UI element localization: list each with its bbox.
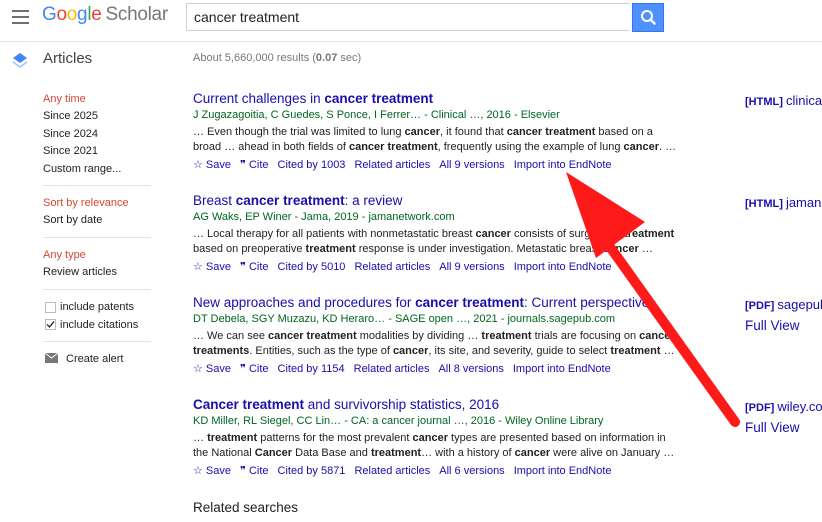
- include-patents-checkbox[interactable]: [45, 302, 56, 313]
- star-icon: ☆: [193, 159, 206, 171]
- result-actions: ☆ Save ❞ Cite Cited by 1154 Related article…: [193, 362, 620, 375]
- result-snippet: … treatment patterns for the most preval…: [193, 432, 666, 444]
- quote-icon: ❞: [240, 261, 249, 273]
- result-title-link[interactable]: Current challenges in cancer treatment: [193, 91, 433, 106]
- quote-icon: ❞: [240, 363, 249, 375]
- import-endnote-link[interactable]: Import into EndNote: [513, 363, 611, 375]
- result-fulltext-link[interactable]: [HTML] clinica: [745, 93, 822, 108]
- star-icon: ☆: [193, 363, 206, 375]
- quote-icon: ❞: [240, 465, 249, 477]
- all-versions-link[interactable]: All 9 versions: [439, 159, 504, 171]
- save-button[interactable]: ☆ Save: [193, 261, 231, 273]
- filter-any-time[interactable]: Any time: [43, 93, 86, 105]
- result-actions: ☆ Save ❞ Cite Cited by 1003 Related article…: [193, 158, 621, 171]
- filter-custom-range[interactable]: Custom range...: [43, 163, 121, 175]
- full-view-link[interactable]: Full View: [745, 318, 800, 333]
- fulltext-source: wiley.co: [777, 399, 822, 414]
- fulltext-type: [PDF]: [745, 300, 778, 312]
- result-actions: ☆ Save ❞ Cite Cited by 5871 Related article…: [193, 464, 621, 477]
- divider: [43, 185, 151, 186]
- import-endnote-link[interactable]: Import into EndNote: [514, 261, 612, 273]
- star-icon: ☆: [193, 261, 206, 273]
- related-articles-link[interactable]: Related articles: [354, 159, 430, 171]
- related-articles-link[interactable]: Related articles: [354, 261, 430, 273]
- filter-since-2024[interactable]: Since 2024: [43, 128, 98, 140]
- sort-by-relevance[interactable]: Sort by relevance: [43, 197, 129, 209]
- result-snippet: treatments. Entities, such as the type o…: [193, 345, 675, 357]
- articles-label[interactable]: Articles: [43, 50, 92, 67]
- related-searches-heading: Related searches: [193, 500, 299, 515]
- save-button[interactable]: ☆ Save: [193, 465, 231, 477]
- cited-by-link[interactable]: Cited by 1154: [278, 363, 345, 375]
- result-actions: ☆ Save ❞ Cite Cited by 5010 Related article…: [193, 260, 621, 273]
- divider: [43, 289, 151, 290]
- create-alert[interactable]: Create alert: [66, 353, 123, 365]
- fulltext-source: jamane: [785, 195, 822, 210]
- include-patents-label[interactable]: include patents: [60, 301, 134, 313]
- result-snippet: … Local therapy for all patients with no…: [193, 228, 675, 240]
- logo-scholar-text: Scholar: [105, 4, 169, 25]
- articles-icon: [13, 53, 27, 68]
- result-title-link[interactable]: Cancer treatment and survivorship statis…: [193, 397, 499, 412]
- google-scholar-logo[interactable]: Google Scholar: [42, 4, 168, 26]
- include-citations-checkbox[interactable]: [45, 319, 56, 330]
- result-fulltext-link[interactable]: [PDF] sagepub: [745, 297, 822, 312]
- cite-button[interactable]: ❞ Cite: [240, 363, 269, 375]
- related-articles-link[interactable]: Related articles: [354, 465, 430, 477]
- menu-icon[interactable]: [12, 10, 29, 24]
- import-endnote-link[interactable]: Import into EndNote: [514, 465, 612, 477]
- mail-icon: [45, 353, 58, 363]
- fulltext-type: [HTML]: [745, 96, 786, 108]
- sort-by-date[interactable]: Sort by date: [43, 214, 102, 226]
- search-input[interactable]: [186, 3, 630, 31]
- import-endnote-link[interactable]: Import into EndNote: [514, 159, 612, 171]
- logo-google-text: Google: [42, 4, 102, 25]
- divider: [43, 237, 151, 238]
- result-title-link[interactable]: New approaches and procedures for cancer…: [193, 295, 649, 310]
- search-button[interactable]: [632, 3, 664, 32]
- result-authors: DT Debela, SGY Muzazu, KD Heraro… - SAGE…: [193, 313, 616, 325]
- cited-by-link[interactable]: Cited by 1003: [278, 159, 346, 171]
- cite-button[interactable]: ❞ Cite: [240, 159, 269, 171]
- all-versions-link[interactable]: All 9 versions: [439, 261, 504, 273]
- related-articles-link[interactable]: Related articles: [354, 363, 430, 375]
- result-snippet: broad … ahead in both fields of cancer t…: [193, 141, 677, 153]
- result-authors: AG Waks, EP Winer - Jama, 2019 - jamanet…: [193, 211, 455, 223]
- full-view-link[interactable]: Full View: [745, 420, 800, 435]
- filter-any-type[interactable]: Any type: [43, 249, 86, 261]
- save-button[interactable]: ☆ Save: [193, 159, 231, 171]
- all-versions-link[interactable]: All 8 versions: [438, 363, 503, 375]
- include-citations-label[interactable]: include citations: [60, 319, 138, 331]
- filter-since-2025[interactable]: Since 2025: [43, 110, 98, 122]
- result-authors: KD Miller, RL Siegel, CC Lin… - CA: a ca…: [193, 415, 604, 427]
- result-fulltext-link[interactable]: [PDF] wiley.co: [745, 399, 822, 414]
- fulltext-source: clinica: [785, 93, 822, 108]
- save-button[interactable]: ☆ Save: [193, 363, 231, 375]
- fulltext-type: [HTML]: [745, 198, 786, 210]
- result-snippet: based on preoperative treatment response…: [193, 243, 653, 255]
- result-snippet: … We can see cancer treatment modalities…: [193, 330, 675, 342]
- result-fulltext-link[interactable]: [HTML] jamane: [745, 195, 822, 210]
- search-icon: [641, 10, 656, 25]
- star-icon: ☆: [193, 465, 206, 477]
- results-count: About 5,660,000 results (0.07 sec): [193, 52, 362, 64]
- cite-button[interactable]: ❞ Cite: [240, 465, 269, 477]
- result-snippet: the National Cancer Data Base and treatm…: [193, 447, 675, 459]
- filter-review-articles[interactable]: Review articles: [43, 266, 117, 278]
- cited-by-link[interactable]: Cited by 5010: [278, 261, 346, 273]
- fulltext-source: sagepub: [777, 297, 822, 312]
- result-title-link[interactable]: Breast cancer treatment: a review: [193, 193, 402, 208]
- filter-since-2021[interactable]: Since 2021: [43, 145, 98, 157]
- divider: [43, 341, 151, 342]
- result-authors: J Zugazagoitia, C Guedes, S Ponce, I Fer…: [193, 109, 560, 121]
- fulltext-type: [PDF]: [745, 402, 778, 414]
- cited-by-link[interactable]: Cited by 5871: [278, 465, 346, 477]
- quote-icon: ❞: [240, 159, 249, 171]
- result-snippet: … Even though the trial was limited to l…: [193, 126, 653, 138]
- cite-button[interactable]: ❞ Cite: [240, 261, 269, 273]
- all-versions-link[interactable]: All 6 versions: [439, 465, 504, 477]
